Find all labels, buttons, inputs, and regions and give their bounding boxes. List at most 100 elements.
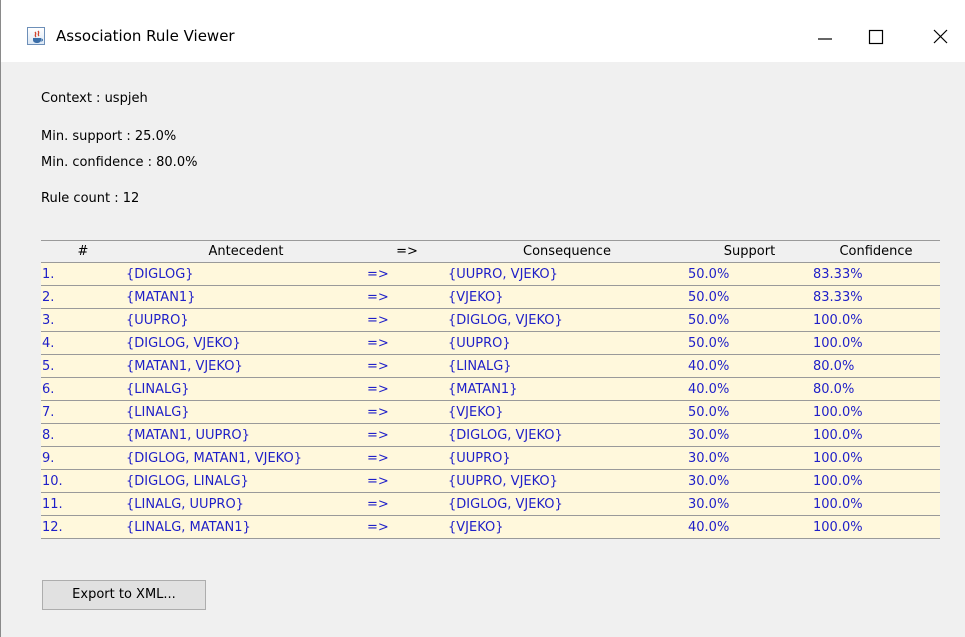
min-support-label: Min. support : 25.0% bbox=[41, 129, 177, 144]
rule-confidence: 83.33% bbox=[812, 285, 940, 309]
close-button[interactable] bbox=[917, 14, 963, 58]
rule-support: 50.0% bbox=[687, 331, 812, 355]
minimize-icon bbox=[818, 38, 832, 40]
rule-confidence: 100.0% bbox=[812, 400, 940, 424]
min-confidence-label: Min. confidence : 80.0% bbox=[41, 155, 198, 170]
window-title: Association Rule Viewer bbox=[56, 27, 235, 45]
rule-number: 5. bbox=[41, 354, 125, 378]
rules-table[interactable]: # Antecedent => Consequence Support Conf… bbox=[41, 240, 940, 539]
rule-antecedent: {LINALG, UUPRO} bbox=[125, 492, 367, 516]
table-row[interactable]: 11. {LINALG, UUPRO} => {DIGLOG, VJEKO} 3… bbox=[41, 492, 940, 516]
rule-consequence: {UUPRO, VJEKO} bbox=[447, 262, 687, 286]
table-row[interactable]: 9. {DIGLOG, MATAN1, VJEKO} => {UUPRO} 30… bbox=[41, 446, 940, 470]
rule-arrow: => bbox=[367, 400, 447, 424]
rule-number: 4. bbox=[41, 331, 125, 355]
rule-arrow: => bbox=[367, 446, 447, 470]
rule-consequence: {VJEKO} bbox=[447, 515, 687, 539]
rule-confidence: 80.0% bbox=[812, 377, 940, 401]
rule-arrow: => bbox=[367, 354, 447, 378]
table-row[interactable]: 6. {LINALG} => {MATAN1} 40.0% 80.0% bbox=[41, 377, 940, 401]
rule-number: 6. bbox=[41, 377, 125, 401]
column-header-confidence[interactable]: Confidence bbox=[812, 240, 940, 263]
table-body: 1. {DIGLOG} => {UUPRO, VJEKO} 50.0% 83.3… bbox=[41, 262, 940, 539]
rule-support: 40.0% bbox=[687, 354, 812, 378]
table-row[interactable]: 1. {DIGLOG} => {UUPRO, VJEKO} 50.0% 83.3… bbox=[41, 262, 940, 286]
table-row[interactable]: 4. {DIGLOG, VJEKO} => {UUPRO} 50.0% 100.… bbox=[41, 331, 940, 355]
rule-antecedent: {MATAN1, UUPRO} bbox=[125, 423, 367, 447]
table-row[interactable]: 10. {DIGLOG, LINALG} => {UUPRO, VJEKO} 3… bbox=[41, 469, 940, 493]
rule-consequence: {VJEKO} bbox=[447, 285, 687, 309]
title-bar[interactable]: Association Rule Viewer bbox=[1, 0, 965, 62]
rule-number: 8. bbox=[41, 423, 125, 447]
rule-number: 10. bbox=[41, 469, 125, 493]
rule-number: 1. bbox=[41, 262, 125, 286]
rule-consequence: {UUPRO} bbox=[447, 446, 687, 470]
rule-arrow: => bbox=[367, 285, 447, 309]
minimize-button[interactable] bbox=[799, 14, 845, 58]
rule-confidence: 100.0% bbox=[812, 446, 940, 470]
association-rule-viewer-window: Association Rule Viewer Context : uspjeh… bbox=[0, 0, 965, 637]
rule-arrow: => bbox=[367, 377, 447, 401]
rule-support: 50.0% bbox=[687, 285, 812, 309]
rule-consequence: {DIGLOG, VJEKO} bbox=[447, 423, 687, 447]
rule-confidence: 100.0% bbox=[812, 492, 940, 516]
rule-antecedent: {DIGLOG, LINALG} bbox=[125, 469, 367, 493]
rule-number: 2. bbox=[41, 285, 125, 309]
rule-number: 7. bbox=[41, 400, 125, 424]
rule-support: 50.0% bbox=[687, 308, 812, 332]
rule-confidence: 83.33% bbox=[812, 262, 940, 286]
rule-consequence: {LINALG} bbox=[447, 354, 687, 378]
rule-consequence: {MATAN1} bbox=[447, 377, 687, 401]
maximize-icon bbox=[868, 29, 884, 45]
java-app-icon bbox=[27, 27, 45, 45]
rule-count-label: Rule count : 12 bbox=[41, 191, 140, 206]
table-row[interactable]: 7. {LINALG} => {VJEKO} 50.0% 100.0% bbox=[41, 400, 940, 424]
column-header-number[interactable]: # bbox=[41, 240, 125, 263]
rule-consequence: {DIGLOG, VJEKO} bbox=[447, 308, 687, 332]
rule-antecedent: {LINALG} bbox=[125, 377, 367, 401]
rule-arrow: => bbox=[367, 515, 447, 539]
context-label: Context : uspjeh bbox=[41, 91, 148, 106]
export-to-xml-button[interactable]: Export to XML... bbox=[42, 580, 206, 610]
rule-arrow: => bbox=[367, 469, 447, 493]
rule-support: 50.0% bbox=[687, 400, 812, 424]
rule-antecedent: {DIGLOG, VJEKO} bbox=[125, 331, 367, 355]
table-row[interactable]: 5. {MATAN1, VJEKO} => {LINALG} 40.0% 80.… bbox=[41, 354, 940, 378]
rule-antecedent: {MATAN1} bbox=[125, 285, 367, 309]
column-header-support[interactable]: Support bbox=[687, 240, 812, 263]
table-row[interactable]: 12. {LINALG, MATAN1} => {VJEKO} 40.0% 10… bbox=[41, 515, 940, 539]
rule-antecedent: {LINALG} bbox=[125, 400, 367, 424]
rule-antecedent: {DIGLOG} bbox=[125, 262, 367, 286]
rule-consequence: {VJEKO} bbox=[447, 400, 687, 424]
rule-confidence: 80.0% bbox=[812, 354, 940, 378]
rule-consequence: {DIGLOG, VJEKO} bbox=[447, 492, 687, 516]
rule-consequence: {UUPRO} bbox=[447, 331, 687, 355]
rule-number: 9. bbox=[41, 446, 125, 470]
rule-arrow: => bbox=[367, 308, 447, 332]
rule-support: 40.0% bbox=[687, 515, 812, 539]
column-header-arrow[interactable]: => bbox=[367, 240, 447, 263]
rule-arrow: => bbox=[367, 492, 447, 516]
rule-support: 30.0% bbox=[687, 469, 812, 493]
rule-antecedent: {UUPRO} bbox=[125, 308, 367, 332]
close-icon bbox=[933, 29, 948, 44]
rule-support: 30.0% bbox=[687, 492, 812, 516]
rule-confidence: 100.0% bbox=[812, 469, 940, 493]
rule-arrow: => bbox=[367, 423, 447, 447]
rule-support: 30.0% bbox=[687, 423, 812, 447]
table-row[interactable]: 8. {MATAN1, UUPRO} => {DIGLOG, VJEKO} 30… bbox=[41, 423, 940, 447]
column-header-consequence[interactable]: Consequence bbox=[447, 240, 687, 263]
maximize-button[interactable] bbox=[855, 14, 901, 58]
rule-antecedent: {DIGLOG, MATAN1, VJEKO} bbox=[125, 446, 367, 470]
rule-antecedent: {LINALG, MATAN1} bbox=[125, 515, 367, 539]
rule-confidence: 100.0% bbox=[812, 331, 940, 355]
rule-arrow: => bbox=[367, 262, 447, 286]
rule-number: 11. bbox=[41, 492, 125, 516]
table-row[interactable]: 2. {MATAN1} => {VJEKO} 50.0% 83.33% bbox=[41, 285, 940, 309]
rule-arrow: => bbox=[367, 331, 447, 355]
table-row[interactable]: 3. {UUPRO} => {DIGLOG, VJEKO} 50.0% 100.… bbox=[41, 308, 940, 332]
column-header-antecedent[interactable]: Antecedent bbox=[125, 240, 367, 263]
rule-consequence: {UUPRO, VJEKO} bbox=[447, 469, 687, 493]
rule-confidence: 100.0% bbox=[812, 308, 940, 332]
rule-support: 30.0% bbox=[687, 446, 812, 470]
